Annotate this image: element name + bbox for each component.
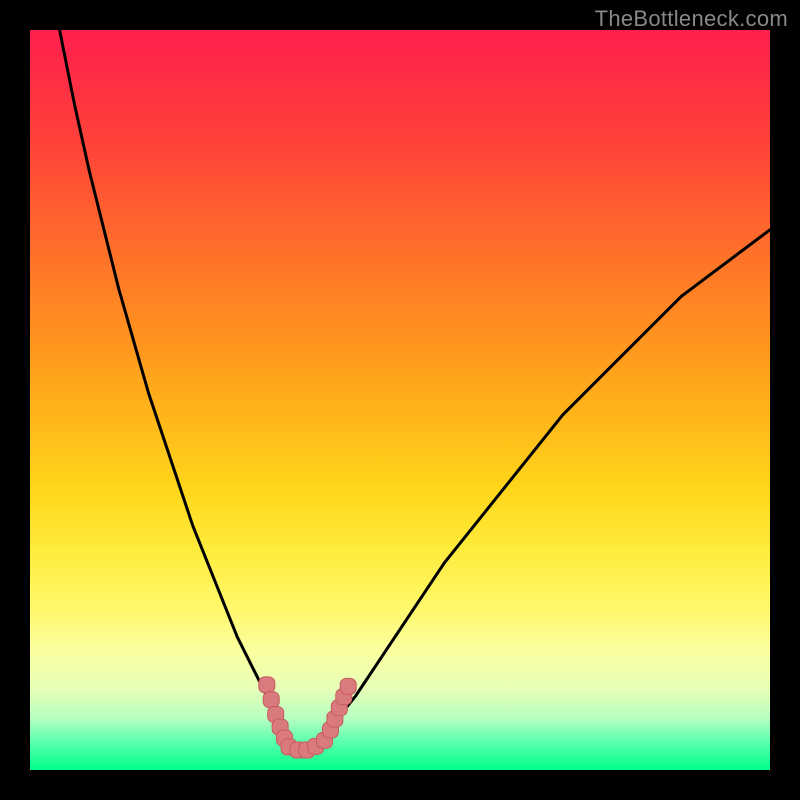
bottleneck-curve <box>60 30 770 748</box>
marker-ascending-cluster <box>340 678 356 694</box>
marker-descending-cluster <box>263 692 279 708</box>
watermark-text: TheBottleneck.com <box>595 6 788 32</box>
plot-area <box>30 30 770 770</box>
markers <box>259 677 356 758</box>
chart-overlay <box>30 30 770 770</box>
marker-descending-cluster <box>259 677 275 693</box>
chart-frame: TheBottleneck.com <box>0 0 800 800</box>
